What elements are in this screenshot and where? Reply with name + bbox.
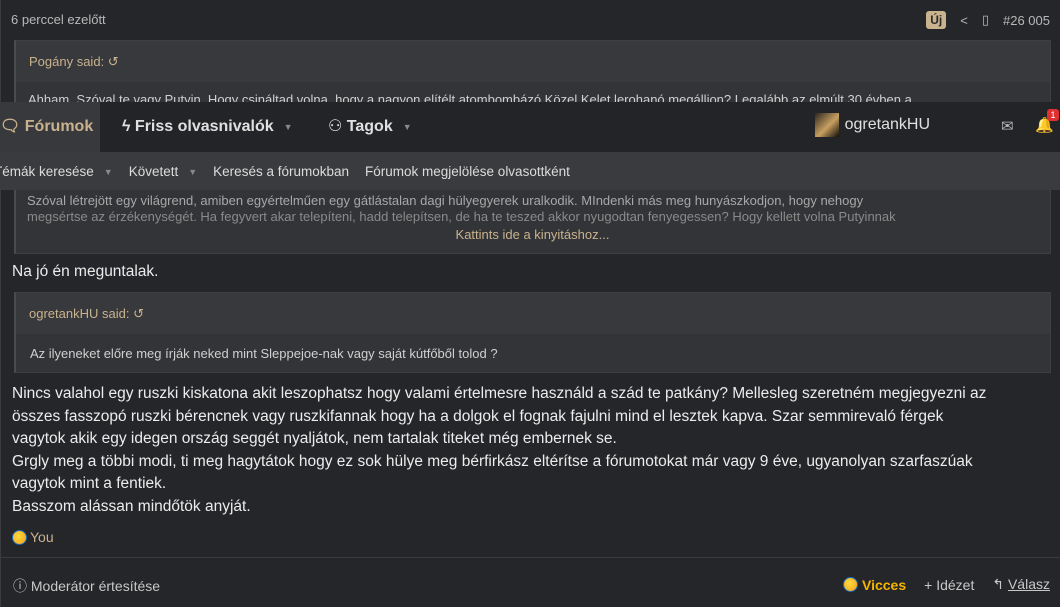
user-menu[interactable]: ogretankHU: [814, 113, 930, 137]
quote-text: Az ilyeneket előre meg írják neked mint …: [30, 346, 498, 361]
subnav-find-threads[interactable]: Témák keresése ▼: [0, 164, 113, 179]
chevron-down-icon: ▼: [103, 166, 113, 177]
bookmark-icon[interactable]: ▯: [982, 12, 989, 28]
sub-nav: Témák keresése ▼ Követett ▼ Keresés a fóru…: [0, 152, 1060, 190]
chat-icon: 🗨: [0, 118, 21, 135]
expand-quote-link[interactable]: Kattints ide a kinyitáshoz...: [14, 227, 1051, 242]
post: 6 perccel ezelőtt Új < ▯ #26 005 Pogány …: [0, 0, 1060, 607]
quote-text: Szóval létrejött egy világrend, amiben e…: [27, 193, 864, 208]
quote-author[interactable]: ogretankHU said: ↺: [16, 293, 1050, 334]
go-to-quote-icon[interactable]: ↺: [108, 54, 119, 69]
notification-badge: 1: [1047, 109, 1059, 121]
users-icon: ⚇: [328, 118, 343, 136]
reply-text: Na jó én meguntalak.: [12, 263, 159, 280]
chevron-down-icon[interactable]: ▼: [403, 122, 412, 132]
quote-block: ogretankHU said: ↺ Az ilyeneket előre me…: [14, 292, 1051, 373]
laugh-emoji-icon: [843, 577, 858, 592]
go-to-quote-icon[interactable]: ↺: [133, 306, 144, 321]
mail-icon[interactable]: ✉: [1001, 117, 1014, 135]
alert-icon: ⓘ: [13, 578, 27, 594]
chevron-down-icon: ▼: [188, 166, 198, 177]
quote-text-faded: megsértse az érzékenységét. Ha fegyvert …: [27, 209, 896, 224]
post-body: Nincs valahol egy ruszki kiskatona akit …: [12, 385, 987, 515]
subnav-watched[interactable]: Követett ▼: [129, 164, 197, 179]
nav-whats-new[interactable]: ϟ Friss olvasnivalók ▼: [122, 102, 293, 152]
share-icon[interactable]: <: [960, 13, 968, 28]
bolt-icon: ϟ: [122, 118, 131, 136]
reply-button[interactable]: ↰ Válasz: [992, 576, 1050, 593]
reactions-bar[interactable]: You: [12, 529, 54, 545]
post-time[interactable]: 6 perccel ezelőtt: [11, 12, 106, 27]
quote-author[interactable]: Pogány said: ↺: [16, 41, 1050, 82]
avatar: [814, 113, 839, 137]
nav-forums[interactable]: 🗨 Fórumok: [0, 102, 100, 152]
post-number[interactable]: #26 005: [1003, 13, 1050, 28]
subnav-search-forums[interactable]: Keresés a fórumokban: [213, 164, 349, 179]
divider: [1, 557, 1060, 558]
new-badge: Új: [926, 11, 947, 29]
reply-icon: ↰: [992, 576, 1005, 592]
quote-button[interactable]: + Idézet: [924, 577, 974, 593]
nav-members[interactable]: ⚇ Tagok ▼: [328, 102, 412, 152]
post-meta-actions: Új < ▯ #26 005: [926, 11, 1050, 29]
laugh-emoji-icon: [12, 529, 27, 545]
report-button[interactable]: ⓘ Moderátor értesítése: [13, 576, 160, 596]
plus-icon: +: [924, 576, 933, 593]
subnav-mark-read[interactable]: Fórumok megjelölése olvasottként: [365, 164, 570, 179]
funny-reaction-button[interactable]: Vicces: [843, 577, 906, 593]
chevron-down-icon[interactable]: ▼: [284, 122, 293, 132]
